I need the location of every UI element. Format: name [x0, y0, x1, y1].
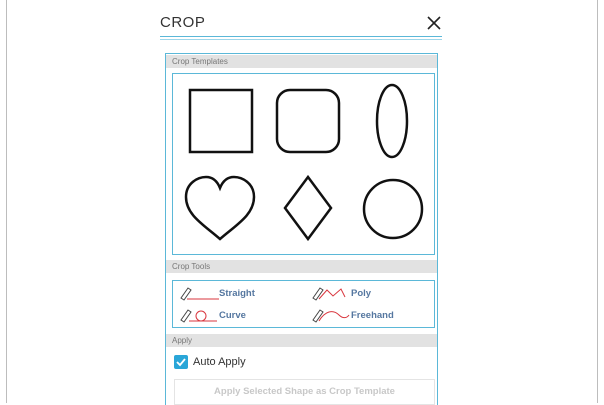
ellipse-template[interactable]: [374, 82, 410, 160]
page-border-left: [6, 0, 7, 403]
curve-pen-icon: [180, 309, 217, 323]
crop-templates-grid: [172, 73, 435, 255]
curve-tool[interactable]: Curve: [179, 307, 279, 325]
auto-apply-checkbox[interactable]: [174, 355, 188, 369]
straight-pen-icon: [180, 287, 219, 301]
rounded-square-template[interactable]: [275, 88, 341, 154]
poly-tool-label: Poly: [351, 288, 372, 299]
straight-tool-label: Straight: [219, 288, 255, 299]
auto-apply-label: Auto Apply: [193, 356, 246, 368]
page-border-right: [597, 0, 598, 403]
section-header-tools: Crop Tools: [166, 260, 437, 273]
crop-tools: Straight Poly Curve Freehand: [172, 280, 435, 328]
section-header-apply: Apply: [166, 334, 437, 347]
crop-panel: CROP Crop Templates Crop Tools Straight …: [160, 0, 442, 405]
title-underline: [160, 36, 442, 37]
crop-body: Crop Templates Crop Tools Straight Poly …: [165, 53, 438, 405]
heart-template[interactable]: [184, 175, 256, 241]
freehand-tool[interactable]: Freehand: [311, 307, 411, 325]
poly-pen-icon: [312, 287, 346, 301]
checkmark-icon: [176, 358, 186, 367]
curve-tool-label: Curve: [219, 310, 246, 321]
section-header-templates: Crop Templates: [166, 55, 437, 68]
apply-shape-button[interactable]: Apply Selected Shape as Crop Template: [174, 379, 435, 405]
dialog-title: CROP: [160, 14, 206, 31]
freehand-pen-icon: [312, 309, 350, 323]
title-underline-secondary: [160, 39, 442, 40]
title-bar: CROP: [160, 14, 442, 40]
square-template[interactable]: [188, 88, 254, 154]
close-button[interactable]: [426, 15, 442, 31]
poly-tool[interactable]: Poly: [311, 285, 411, 303]
straight-tool[interactable]: Straight: [179, 285, 279, 303]
diamond-template[interactable]: [283, 175, 333, 241]
freehand-tool-label: Freehand: [351, 310, 394, 321]
close-icon: [427, 16, 441, 30]
circle-template[interactable]: [361, 177, 425, 241]
